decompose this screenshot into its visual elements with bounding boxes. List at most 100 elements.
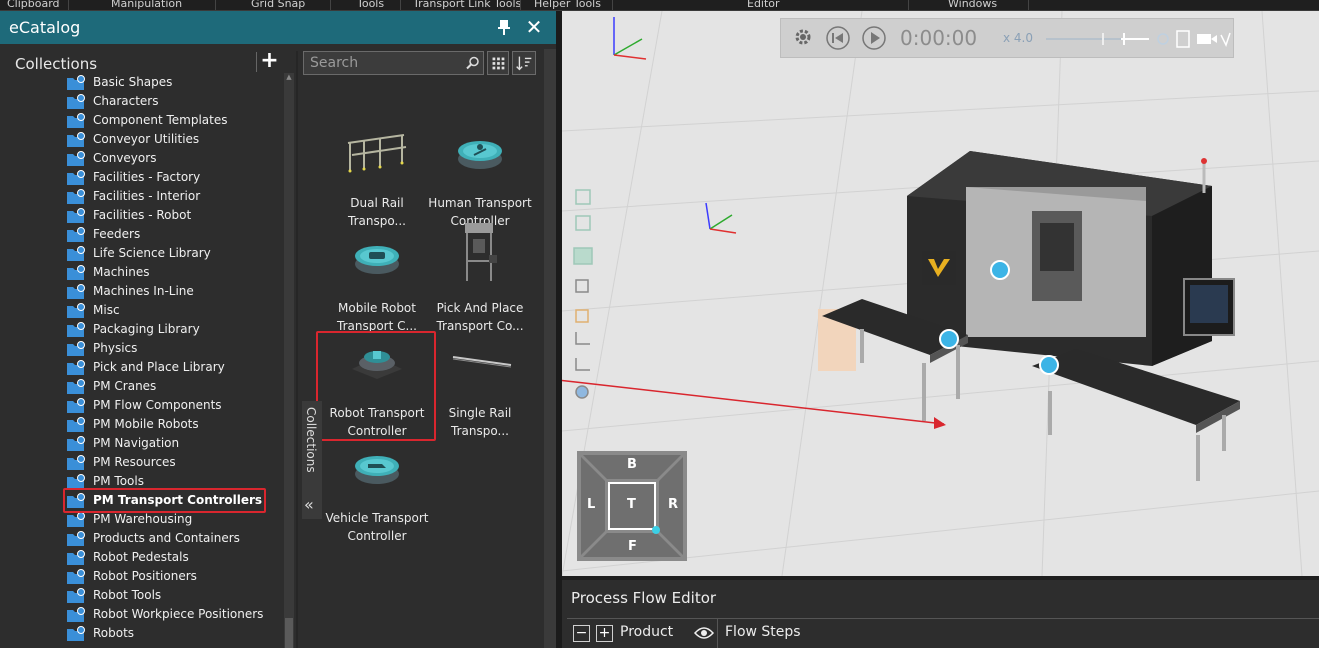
collection-item[interactable]: Misc	[66, 302, 280, 321]
collections-scrollbar[interactable]: ▲	[284, 73, 294, 648]
process-flow-editor: Process Flow Editor − + Product Flow Ste…	[562, 576, 1319, 648]
selected-collection-highlight	[63, 488, 266, 513]
view-cube[interactable]: B L T R F	[577, 451, 687, 561]
collections-list: Basic Shapes Characters Component Template…	[0, 73, 282, 648]
collection-item-label: Conveyor Utilities	[93, 132, 200, 146]
collection-folder-icon	[67, 417, 85, 432]
simulation-toolbar: 0:00:00 x 4.0	[780, 18, 1234, 58]
collapse-all-button[interactable]: −	[573, 625, 590, 642]
collection-folder-icon	[67, 75, 85, 90]
gear-icon[interactable]	[793, 27, 813, 47]
collection-item-label: Products and Containers	[93, 531, 240, 545]
collections-side-tab[interactable]: Collections «	[302, 401, 322, 519]
collection-folder-icon	[67, 284, 85, 299]
add-collection-button[interactable]: +	[256, 50, 282, 72]
toolbar-tools-icons[interactable]	[1121, 29, 1231, 49]
item-label-line1: Dual Rail	[350, 196, 404, 210]
collection-item[interactable]: Basic Shapes	[66, 74, 280, 93]
reset-simulation-icon[interactable]	[825, 25, 851, 51]
collection-item[interactable]: Robot Workpiece Positioners	[66, 606, 280, 625]
grid-view-icon[interactable]	[487, 51, 509, 75]
collection-item[interactable]: PM Cranes	[66, 378, 280, 397]
collection-item[interactable]: PM Resources	[66, 454, 280, 473]
collection-folder-icon	[67, 626, 85, 641]
expand-all-button[interactable]: +	[596, 625, 613, 642]
collection-item[interactable]: Component Templates	[66, 112, 280, 131]
collection-item[interactable]: Physics	[66, 340, 280, 359]
collection-folder-icon	[67, 322, 85, 337]
3d-viewport[interactable]: 0:00:00 x 4.0 B L T R F	[562, 11, 1319, 576]
close-icon[interactable]: ✕	[524, 16, 544, 38]
collection-item-label: Feeders	[93, 227, 141, 241]
ribbon-group-manipulation: Manipulation	[111, 0, 183, 10]
collection-item[interactable]: Life Science Library	[66, 245, 280, 264]
view-tools-column[interactable]	[570, 186, 600, 406]
collection-item[interactable]: Robots	[66, 625, 280, 644]
collection-item[interactable]: Facilities - Robot	[66, 207, 280, 226]
collection-item[interactable]: Robot Pedestals	[66, 549, 280, 568]
viewcube-right[interactable]: R	[668, 497, 678, 512]
item-dual-rail-transport[interactable]: Dual Rail Transpo...	[322, 119, 432, 228]
collection-item-label: Packaging Library	[93, 322, 200, 336]
collection-item[interactable]: Feeders	[66, 226, 280, 245]
collections-scroll-thumb[interactable]	[285, 618, 293, 648]
viewcube-front[interactable]: F	[628, 539, 637, 554]
collection-item-label: Facilities - Interior	[93, 189, 201, 203]
collection-item-label: Physics	[93, 341, 138, 355]
pin-icon[interactable]	[494, 17, 514, 37]
collection-folder-icon	[67, 170, 85, 185]
collection-folder-icon	[67, 569, 85, 584]
collection-folder-icon	[67, 265, 85, 280]
collection-item[interactable]: PM Navigation	[66, 435, 280, 454]
collection-item-label: Characters	[93, 94, 159, 108]
collection-item[interactable]: Facilities - Factory	[66, 169, 280, 188]
item-single-rail-transport[interactable]: Single Rail Transpo...	[425, 329, 535, 438]
collection-item[interactable]: PM Mobile Robots	[66, 416, 280, 435]
eye-icon[interactable]	[694, 626, 714, 640]
collection-folder-icon	[67, 588, 85, 603]
item-pick-and-place-transport[interactable]: Pick And Place Transport Co...	[425, 223, 535, 333]
collection-folder-icon	[67, 94, 85, 109]
collection-item[interactable]: Characters	[66, 93, 280, 112]
sort-icon[interactable]	[512, 51, 536, 75]
collection-item[interactable]: Packaging Library	[66, 321, 280, 340]
search-icon[interactable]	[466, 56, 480, 70]
search-field[interactable]	[303, 51, 484, 75]
flow-steps-column-label: Flow Steps	[725, 624, 801, 640]
items-scrollbar[interactable]	[544, 49, 556, 648]
item-human-transport-controller[interactable]: Human Transport Controller	[425, 119, 535, 228]
collection-item[interactable]: PM Warehousing	[66, 511, 280, 530]
app-root: Clipboard Manipulation Grid Snap Tools T…	[0, 0, 1319, 648]
play-icon[interactable]	[861, 25, 887, 51]
viewcube-top[interactable]: T	[627, 497, 636, 512]
item-label-line1: Single Rail	[448, 406, 512, 420]
viewcube-left[interactable]: L	[587, 497, 595, 512]
search-input[interactable]	[310, 54, 460, 72]
collection-folder-icon	[67, 246, 85, 261]
collection-folder-icon	[67, 360, 85, 375]
collection-folder-icon	[67, 208, 85, 223]
item-vehicle-transport-controller[interactable]: Vehicle Transport Controller	[322, 434, 432, 543]
collection-item[interactable]: Conveyor Utilities	[66, 131, 280, 150]
collection-item[interactable]: Machines In-Line	[66, 283, 280, 302]
collection-item[interactable]: PM Flow Components	[66, 397, 280, 416]
item-mobile-robot-transport[interactable]: Mobile Robot Transport C...	[322, 224, 432, 333]
mobile-robot-transport-icon	[355, 246, 399, 274]
collection-item[interactable]: Facilities - Interior	[66, 188, 280, 207]
single-rail-transport-icon	[452, 356, 512, 368]
collection-folder-icon	[67, 607, 85, 622]
collection-item[interactable]: Pick and Place Library	[66, 359, 280, 378]
collection-item[interactable]: Robot Tools	[66, 587, 280, 606]
collection-item[interactable]: Products and Containers	[66, 530, 280, 549]
collapse-chevron-icon[interactable]: «	[304, 495, 314, 514]
ribbon-group-windows: Windows	[948, 0, 998, 10]
collection-item-label: Conveyors	[93, 151, 157, 165]
collection-item[interactable]: Conveyors	[66, 150, 280, 169]
simulation-time: 0:00:00	[900, 26, 978, 50]
collection-item[interactable]: Machines	[66, 264, 280, 283]
ribbon-group-grid-snap: Grid Snap	[251, 0, 306, 10]
viewcube-back[interactable]: B	[627, 457, 637, 472]
collection-item-label: Basic Shapes	[93, 75, 173, 89]
collection-item[interactable]: Robot Positioners	[66, 568, 280, 587]
collection-item-label: Facilities - Factory	[93, 170, 201, 184]
